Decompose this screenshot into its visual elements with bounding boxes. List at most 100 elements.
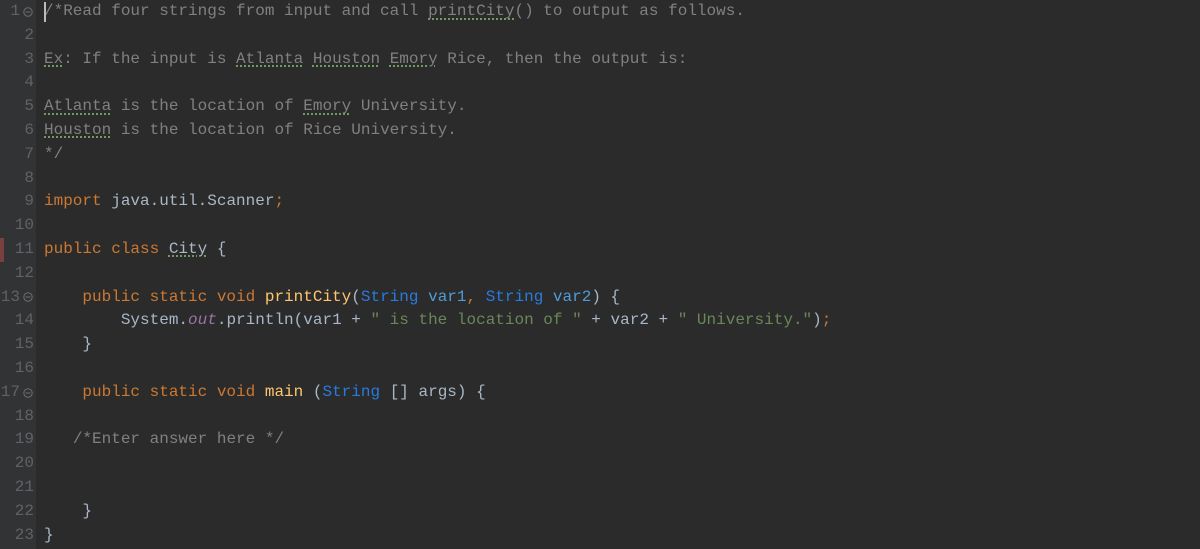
token: printCity bbox=[428, 2, 514, 20]
line-number: 1 bbox=[10, 0, 20, 24]
indent bbox=[44, 430, 73, 448]
code-line[interactable]: System.out.println(var1 + " is the locat… bbox=[44, 309, 1200, 333]
code-line[interactable] bbox=[44, 167, 1200, 191]
line-number: 8 bbox=[24, 167, 34, 191]
token: String bbox=[322, 383, 389, 401]
code-line[interactable]: /*Read four strings from input and call … bbox=[44, 0, 1200, 24]
code-line[interactable] bbox=[44, 71, 1200, 95]
token: /* bbox=[44, 2, 63, 20]
line-number: 12 bbox=[15, 262, 34, 286]
code-line[interactable] bbox=[44, 24, 1200, 48]
token: ; bbox=[274, 192, 284, 210]
gutter-line[interactable]: 5 bbox=[0, 95, 36, 119]
gutter-line[interactable]: 20 bbox=[0, 452, 36, 476]
token: String bbox=[486, 288, 553, 306]
gutter-line[interactable]: 1 bbox=[0, 0, 36, 24]
gutter-line[interactable]: 10 bbox=[0, 214, 36, 238]
fold-minus-icon[interactable] bbox=[22, 291, 34, 303]
code-line[interactable]: */ bbox=[44, 143, 1200, 167]
token: } bbox=[82, 502, 92, 520]
line-number: 15 bbox=[15, 333, 34, 357]
code-line[interactable]: public static void printCity(String var1… bbox=[44, 286, 1200, 310]
token: Ex bbox=[44, 50, 63, 68]
code-line[interactable]: } bbox=[44, 524, 1200, 548]
gutter-line[interactable]: 15 bbox=[0, 333, 36, 357]
token: ) { bbox=[591, 288, 620, 306]
gutter-line[interactable]: 9 bbox=[0, 190, 36, 214]
token: Atlanta bbox=[44, 97, 111, 115]
token bbox=[303, 50, 313, 68]
code-line[interactable]: } bbox=[44, 333, 1200, 357]
token: Houston bbox=[44, 121, 111, 139]
token: var1 bbox=[428, 288, 466, 306]
gutter-line[interactable]: 16 bbox=[0, 357, 36, 381]
code-line[interactable]: import java.util.Scanner; bbox=[44, 190, 1200, 214]
code-line[interactable] bbox=[44, 262, 1200, 286]
line-number: 19 bbox=[15, 428, 34, 452]
gutter-line[interactable]: 11 bbox=[0, 238, 36, 262]
token: Emory bbox=[390, 50, 438, 68]
token: java.util.Scanner bbox=[111, 192, 274, 210]
token: import bbox=[44, 192, 111, 210]
gutter-line[interactable]: 3 bbox=[0, 48, 36, 72]
gutter-line[interactable]: 19 bbox=[0, 428, 36, 452]
code-line[interactable] bbox=[44, 214, 1200, 238]
token: public class bbox=[44, 240, 169, 258]
line-number: 7 bbox=[24, 143, 34, 167]
line-number: 14 bbox=[15, 309, 34, 333]
code-line[interactable]: public static void main (String [] args)… bbox=[44, 381, 1200, 405]
fold-minus-icon[interactable] bbox=[22, 6, 34, 18]
gutter-line[interactable]: 4 bbox=[0, 71, 36, 95]
indent bbox=[44, 335, 82, 353]
code-line[interactable] bbox=[44, 476, 1200, 500]
token: printCity bbox=[265, 288, 351, 306]
gutter-line[interactable]: 12 bbox=[0, 262, 36, 286]
token: " University." bbox=[678, 311, 812, 329]
code-line[interactable] bbox=[44, 357, 1200, 381]
gutter-line[interactable]: 8 bbox=[0, 167, 36, 191]
gutter-line[interactable]: 6 bbox=[0, 119, 36, 143]
code-line[interactable] bbox=[44, 452, 1200, 476]
token: Houston bbox=[313, 50, 380, 68]
line-number: 23 bbox=[15, 524, 34, 548]
code-line[interactable]: } bbox=[44, 500, 1200, 524]
gutter-line[interactable]: 22 bbox=[0, 500, 36, 524]
gutter-line[interactable]: 13 bbox=[0, 286, 36, 310]
gutter-line[interactable]: 21 bbox=[0, 476, 36, 500]
line-number: 16 bbox=[15, 357, 34, 381]
code-line[interactable]: Atlanta is the location of Emory Univers… bbox=[44, 95, 1200, 119]
code-line[interactable]: Houston is the location of Rice Universi… bbox=[44, 119, 1200, 143]
token: String bbox=[361, 288, 428, 306]
token: , bbox=[467, 288, 486, 306]
code-line[interactable]: public class City { bbox=[44, 238, 1200, 262]
token: : If the input is bbox=[63, 50, 236, 68]
line-number: 3 bbox=[24, 48, 34, 72]
gutter-line[interactable]: 14 bbox=[0, 309, 36, 333]
token: + var2 + bbox=[582, 311, 678, 329]
code-line[interactable] bbox=[44, 405, 1200, 429]
line-number: 4 bbox=[24, 71, 34, 95]
line-number: 21 bbox=[15, 476, 34, 500]
indent bbox=[44, 288, 82, 306]
token: " is the location of " bbox=[370, 311, 581, 329]
token: is the location of Rice University. bbox=[111, 121, 457, 139]
line-number: 2 bbox=[24, 24, 34, 48]
token: ; bbox=[822, 311, 832, 329]
token: ) bbox=[812, 311, 822, 329]
gutter-line[interactable]: 7 bbox=[0, 143, 36, 167]
token: var2 bbox=[553, 288, 591, 306]
fold-minus-icon[interactable] bbox=[22, 387, 34, 399]
code-line[interactable]: /*Enter answer here */ bbox=[44, 428, 1200, 452]
token: public static void bbox=[82, 383, 264, 401]
line-number: 13 bbox=[1, 286, 20, 310]
code-line[interactable]: Ex: If the input is Atlanta Houston Emor… bbox=[44, 48, 1200, 72]
token: University. bbox=[351, 97, 466, 115]
gutter-line[interactable]: 23 bbox=[0, 524, 36, 548]
code-area[interactable]: /*Read four strings from input and call … bbox=[36, 0, 1200, 549]
gutter-line[interactable]: 17 bbox=[0, 381, 36, 405]
gutter-line[interactable]: 2 bbox=[0, 24, 36, 48]
token: out bbox=[188, 311, 217, 329]
token: [] args) { bbox=[390, 383, 486, 401]
line-number: 6 bbox=[24, 119, 34, 143]
gutter-line[interactable]: 18 bbox=[0, 405, 36, 429]
